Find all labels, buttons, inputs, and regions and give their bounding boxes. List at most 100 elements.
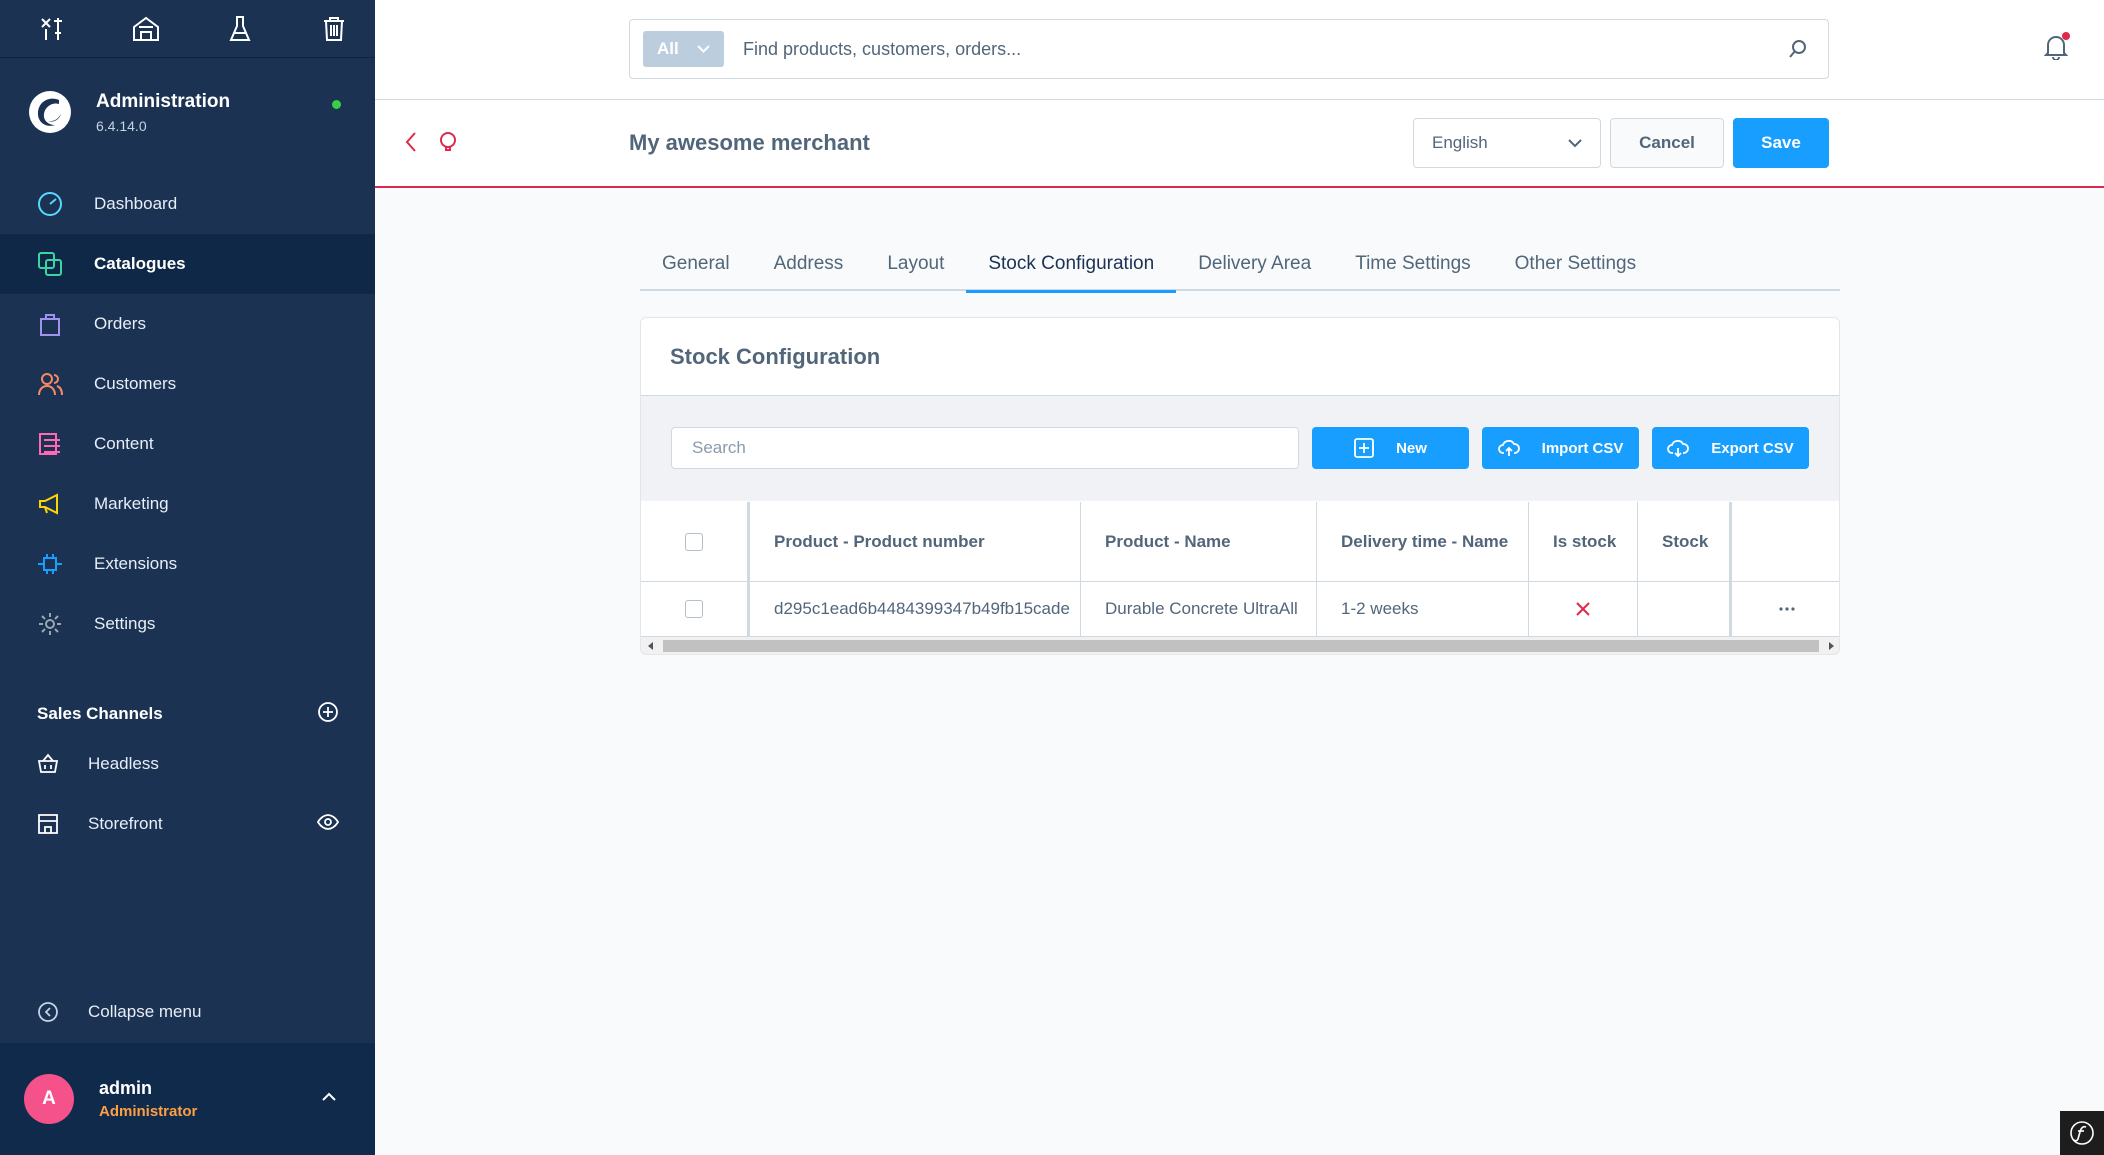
chevron-up-icon[interactable] (321, 1089, 337, 1107)
row-select-cell (641, 582, 750, 636)
notifications-bell-icon[interactable] (2043, 32, 2070, 65)
flask-icon[interactable] (216, 9, 264, 49)
sales-channel-label: Headless (88, 754, 159, 773)
cell-stock (1638, 582, 1732, 636)
sales-channels-title: Sales Channels (37, 704, 163, 723)
cell-product-number: d295c1ead6b4484399347b49fb15cade (750, 582, 1081, 636)
sidebar-item-label: Content (94, 434, 154, 453)
catalogue-icon (36, 250, 64, 278)
new-button[interactable]: New (1312, 427, 1469, 469)
cloud-download-icon (1667, 439, 1690, 457)
search-icon[interactable] (1768, 20, 1828, 78)
search-input[interactable] (743, 38, 1768, 60)
cloud-upload-icon (1497, 439, 1520, 456)
stock-grid: Product - Product number Product - Name … (641, 502, 1839, 636)
add-sales-channel-icon[interactable] (317, 701, 339, 728)
scroll-left-arrow-icon[interactable] (648, 642, 653, 650)
sidebar-item-extensions[interactable]: Extensions (0, 534, 375, 594)
settings-tabs: General Address Layout Stock Configurati… (640, 245, 1840, 293)
shopware-logo-icon (29, 91, 71, 133)
sidebar-item-label: Dashboard (94, 194, 178, 213)
column-header-is-stock[interactable]: Is stock (1529, 502, 1638, 581)
import-csv-label: Import CSV (1541, 439, 1624, 457)
sales-channel-label: Storefront (88, 814, 163, 833)
sidebar-item-label: Marketing (94, 494, 169, 513)
export-csv-button[interactable]: Export CSV (1652, 427, 1809, 469)
language-value: English (1432, 133, 1488, 152)
main-nav: Dashboard Catalogues Orders Customers Co… (0, 174, 375, 654)
stock-configuration-card: Stock Configuration New Import CSV Expor… (640, 317, 1840, 655)
plus-square-icon (1354, 438, 1374, 458)
brand-title: Administration (96, 90, 231, 112)
page-title: My awesome merchant (629, 130, 870, 155)
sidebar-item-label: Catalogues (94, 254, 186, 273)
card-title: Stock Configuration (641, 318, 1839, 396)
sidebar: Administration 6.4.14.0 Dashboard Catalo… (0, 0, 375, 1155)
back-arrow-icon[interactable] (403, 130, 419, 159)
import-csv-button[interactable]: Import CSV (1482, 427, 1639, 469)
trash-icon[interactable] (310, 9, 358, 49)
cell-delivery-time: 1-2 weeks (1317, 582, 1529, 636)
tab-general[interactable]: General (640, 245, 752, 291)
select-all-checkbox[interactable] (685, 532, 703, 551)
horizontal-scrollbar[interactable] (641, 636, 1839, 654)
sales-channel-headless[interactable]: Headless (0, 734, 375, 794)
eye-icon[interactable] (316, 813, 340, 835)
tools-icon[interactable] (28, 9, 76, 49)
sidebar-item-customers[interactable]: Customers (0, 354, 375, 414)
column-header-stock[interactable]: Stock (1638, 502, 1732, 581)
avatar: A (24, 1074, 74, 1124)
language-select[interactable]: English (1413, 118, 1601, 168)
cancel-button[interactable]: Cancel (1610, 118, 1724, 168)
store-icon[interactable] (122, 9, 170, 49)
tab-time-settings[interactable]: Time Settings (1333, 245, 1492, 291)
extensions-icon (36, 550, 64, 578)
sales-channels-header: Sales Channels (0, 694, 375, 734)
tab-layout[interactable]: Layout (865, 245, 966, 291)
sales-channel-storefront[interactable]: Storefront (0, 794, 375, 854)
column-header-product-name[interactable]: Product - Name (1081, 502, 1317, 581)
symfony-toolbar-icon[interactable] (2060, 1111, 2104, 1155)
settings-icon (36, 610, 64, 638)
sidebar-item-label: Settings (94, 614, 156, 633)
row-checkbox[interactable] (685, 600, 703, 618)
grid-search-input[interactable] (671, 427, 1299, 469)
sidebar-item-settings[interactable]: Settings (0, 594, 375, 654)
collapse-menu-label: Collapse menu (88, 1002, 202, 1021)
tab-stock-configuration[interactable]: Stock Configuration (966, 245, 1177, 293)
sidebar-item-label: Orders (94, 314, 146, 333)
sidebar-item-orders[interactable]: Orders (0, 294, 375, 354)
scroll-thumb[interactable] (663, 640, 1819, 652)
search-type-label: All (657, 39, 679, 58)
sidebar-item-dashboard[interactable]: Dashboard (0, 174, 375, 234)
tab-other-settings[interactable]: Other Settings (1493, 245, 1658, 291)
scroll-right-arrow-icon[interactable] (1829, 642, 1834, 650)
chevron-down-icon (1568, 138, 1582, 147)
column-header-delivery-time[interactable]: Delivery time - Name (1317, 502, 1529, 581)
brand: Administration 6.4.14.0 (0, 58, 375, 166)
top-bar: All (375, 0, 2104, 100)
search-type-select[interactable]: All (643, 31, 724, 67)
row-actions-cell (1732, 582, 1839, 636)
table-row: d295c1ead6b4484399347b49fb15cade Durable… (641, 582, 1839, 636)
save-button[interactable]: Save (1733, 118, 1829, 168)
orders-icon (36, 310, 64, 338)
sidebar-item-content[interactable]: Content (0, 414, 375, 474)
tab-delivery-area[interactable]: Delivery Area (1176, 245, 1333, 291)
tab-address[interactable]: Address (752, 245, 866, 291)
column-header-product-number[interactable]: Product - Product number (750, 502, 1081, 581)
sidebar-item-catalogues[interactable]: Catalogues (0, 234, 375, 294)
user-name: admin (99, 1078, 153, 1098)
sidebar-item-marketing[interactable]: Marketing (0, 474, 375, 534)
cell-is-stock (1529, 582, 1638, 636)
lightbulb-icon[interactable] (437, 130, 459, 159)
chevron-left-circle-icon (36, 1000, 60, 1024)
user-menu[interactable]: A admin Administrator (0, 1043, 375, 1155)
select-all-cell (641, 502, 750, 581)
sidebar-item-label: Customers (94, 374, 177, 393)
smart-bar: My awesome merchant English Cancel Save (375, 100, 2104, 188)
more-actions-icon[interactable] (1778, 607, 1795, 611)
collapse-menu[interactable]: Collapse menu (0, 982, 375, 1042)
sidebar-item-label: Extensions (94, 554, 178, 573)
customers-icon (36, 370, 64, 398)
